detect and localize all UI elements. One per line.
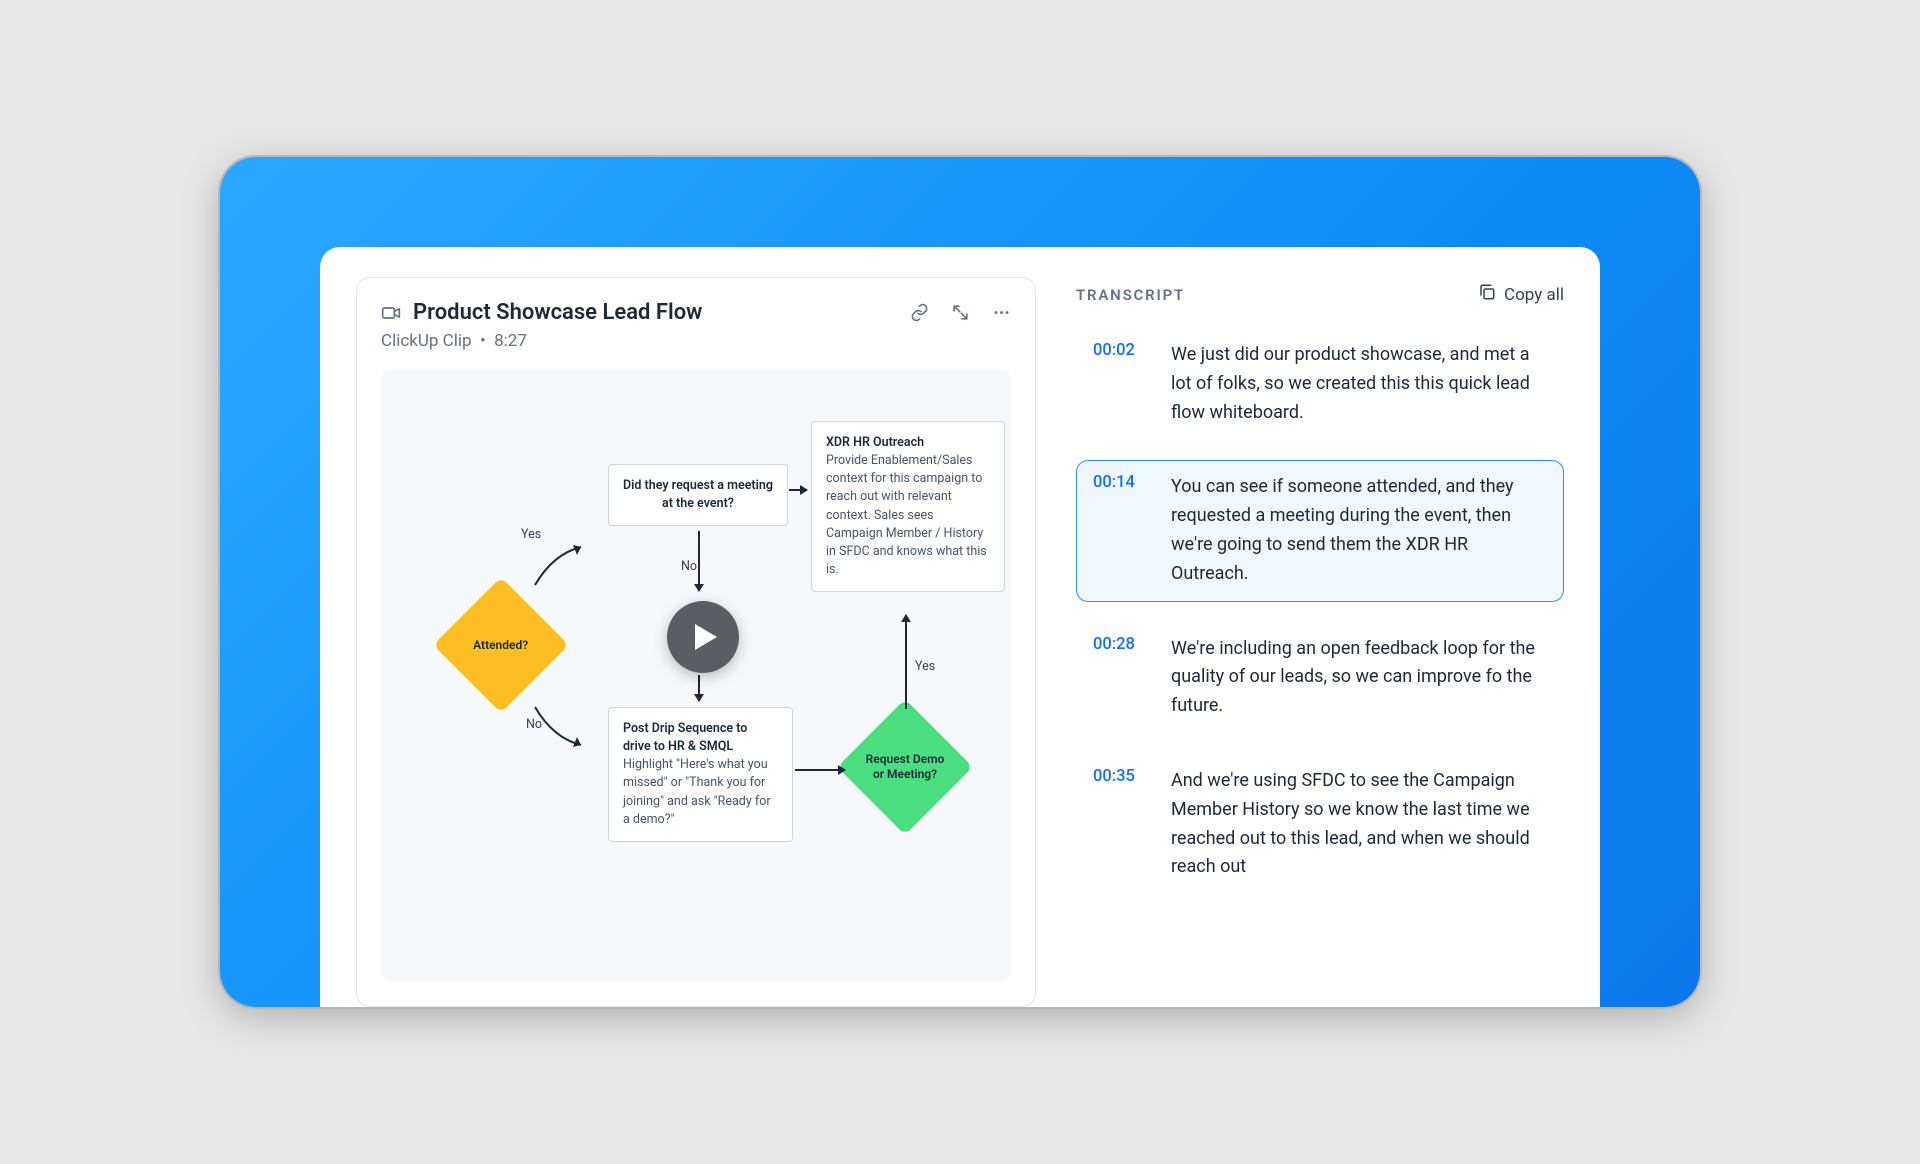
flow-arrow — [905, 615, 907, 709]
edge-label-yes: Yes — [521, 527, 541, 542]
flow-node-xdr: XDR HR Outreach Provide Enablement/Sales… — [811, 421, 1005, 592]
flow-arrow — [531, 541, 577, 571]
clip-actions — [910, 303, 1011, 322]
flow-node-attended: Attended? — [433, 577, 569, 713]
transcript-text: You can see if someone attended, and the… — [1171, 473, 1547, 588]
clip-source: ClickUp Clip — [381, 331, 472, 351]
video-icon — [381, 303, 401, 323]
play-button[interactable] — [667, 601, 739, 673]
transcript-text: We just did our product showcase, and me… — [1171, 341, 1547, 427]
clip-duration: 8:27 — [494, 331, 527, 351]
more-icon[interactable] — [992, 303, 1011, 322]
whiteboard-preview[interactable]: Attended? Request Demo or Meeting? Did t… — [381, 369, 1011, 982]
transcript-text: And we're using SFDC to see the Campaign… — [1171, 767, 1547, 882]
transcript-header: TRANSCRIPT Copy all — [1076, 283, 1564, 306]
clip-subtitle: ClickUp Clip • 8:27 — [381, 331, 1011, 351]
transcript-text: We're including an open feedback loop fo… — [1171, 635, 1547, 721]
clip-header: Product Showcase Lead Flow — [381, 300, 1011, 325]
copy-all-label: Copy all — [1504, 285, 1564, 305]
flow-node-drip: Post Drip Sequence to drive to HR & SMQL… — [608, 707, 793, 842]
transcript-list: 00:02 We just did our product showcase, a… — [1076, 328, 1564, 895]
transcript-timestamp[interactable]: 00:35 — [1093, 767, 1149, 882]
flow-arrow — [531, 701, 577, 731]
flow-arrow — [789, 489, 807, 491]
transcript-timestamp[interactable]: 00:28 — [1093, 635, 1149, 721]
flow-node-meeting-question: Did they request a meeting at the event? — [608, 464, 788, 526]
expand-icon[interactable] — [951, 303, 970, 322]
transcript-panel: TRANSCRIPT Copy all 00:02 We just did our… — [1076, 277, 1564, 1007]
flow-arrow — [698, 531, 700, 591]
transcript-row[interactable]: 00:02 We just did our product showcase, a… — [1076, 328, 1564, 440]
transcript-row[interactable]: 00:35 And we're using SFDC to see the Cam… — [1076, 754, 1564, 895]
app-window: Product Showcase Lead Flow ClickUp Clip … — [320, 247, 1600, 1007]
link-icon[interactable] — [910, 303, 929, 322]
clip-card: Product Showcase Lead Flow ClickUp Clip … — [356, 277, 1036, 1007]
device-frame: Product Showcase Lead Flow ClickUp Clip … — [220, 157, 1700, 1007]
flow-node-request-demo: Request Demo or Meeting? — [837, 699, 973, 835]
transcript-row[interactable]: 00:28 We're including an open feedback lo… — [1076, 622, 1564, 734]
flow-arrow — [698, 675, 700, 701]
fade-overlay — [1076, 887, 1564, 1007]
copy-icon — [1478, 283, 1496, 306]
transcript-timestamp[interactable]: 00:14 — [1093, 473, 1149, 588]
transcript-timestamp[interactable]: 00:02 — [1093, 341, 1149, 427]
transcript-row[interactable]: 00:14 You can see if someone attended, an… — [1076, 460, 1564, 601]
clip-title: Product Showcase Lead Flow — [413, 300, 898, 325]
copy-all-button[interactable]: Copy all — [1478, 283, 1564, 306]
edge-label-yes: Yes — [915, 659, 935, 674]
transcript-title: TRANSCRIPT — [1076, 286, 1478, 304]
flow-arrow — [795, 769, 845, 771]
edge-label-no: No — [681, 559, 697, 574]
